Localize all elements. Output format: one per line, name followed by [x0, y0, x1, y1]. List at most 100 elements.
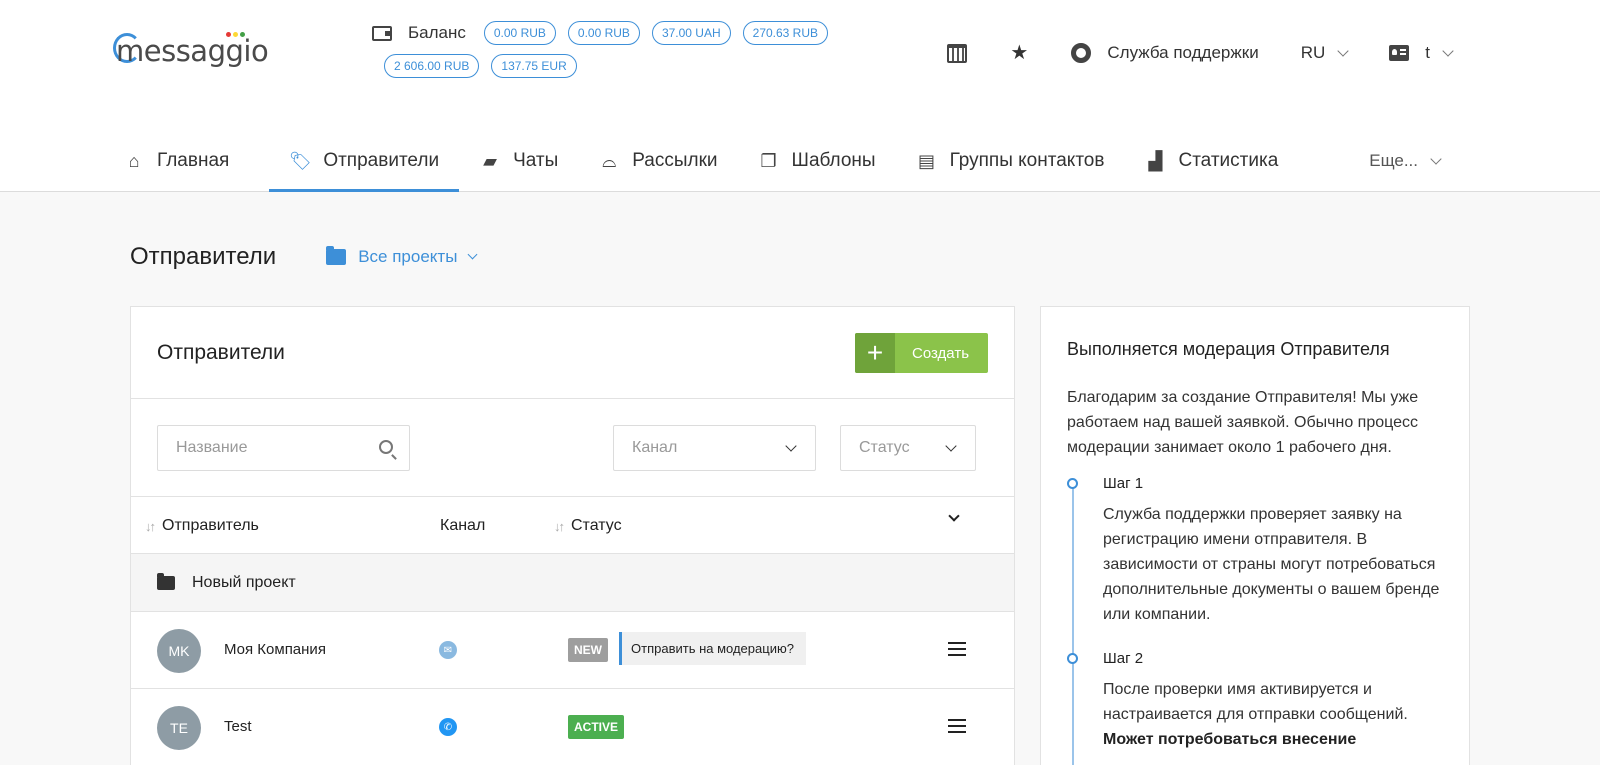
messaggio-logo[interactable]: messaggio	[113, 30, 269, 72]
step-text: После проверки имя активируется и настра…	[1103, 677, 1443, 752]
calendar-icon	[947, 43, 968, 63]
nav-label: Группы контактов	[949, 150, 1105, 171]
language-label: RU	[1300, 43, 1326, 62]
moderation-panel: Выполняется модерация Отправителя Благод…	[1040, 306, 1470, 765]
hamburger-menu-icon[interactable]	[948, 642, 966, 656]
logo-text: messaggio	[116, 34, 269, 68]
balance-panel: Баланс 0.00 RUB 0.00 RUB 37.00 UAH 270.6…	[372, 20, 842, 86]
hamburger-menu-icon[interactable]	[948, 719, 966, 733]
top-header: messaggio Баланс 0.00 RUB 0.00 RUB 37.00…	[0, 0, 1600, 192]
step-text: Служба поддержки проверяет заявку на рег…	[1103, 506, 1440, 623]
bar-chart-icon: ▟	[1148, 150, 1163, 171]
senders-card: Отправители + Создать Канал Статус ↓↑ От…	[130, 306, 1015, 765]
status-select-label: Статус	[859, 439, 910, 456]
column-status[interactable]: ↓↑ Статус	[554, 517, 622, 535]
id-card-icon	[1389, 45, 1410, 61]
nav-senders[interactable]: 🏷︎ Отправители	[269, 130, 459, 192]
search-input[interactable]	[158, 426, 368, 470]
moderation-tooltip[interactable]: Отправить на модерацию?	[619, 632, 806, 665]
main-nav: ⌂ Главная 🏷︎ Отправители ▰ Чаты ⌓ Рассыл…	[123, 130, 1318, 192]
balance-badge: 0.00 RUB	[483, 21, 556, 45]
inbox-icon: ⌓	[602, 150, 617, 171]
nav-label: Отправители	[323, 150, 440, 171]
avatar: MK	[157, 629, 201, 673]
status-select[interactable]: Статус	[840, 425, 976, 471]
chevron-down-icon	[785, 439, 797, 452]
create-label: Создать	[912, 344, 970, 362]
star-icon: ★	[1010, 42, 1029, 64]
nav-chats[interactable]: ▰ Чаты	[479, 130, 578, 192]
column-sender[interactable]: ↓↑ Отправитель	[145, 517, 259, 535]
chevron-down-icon	[467, 249, 478, 260]
nav-more-label: Еще...	[1369, 151, 1418, 170]
page-header: Отправители Все проекты	[130, 243, 478, 271]
search-icon[interactable]	[379, 440, 393, 454]
status-badge: ACTIVE	[568, 715, 625, 739]
nav-label: Шаблоны	[791, 150, 876, 171]
sort-icon: ↓↑	[554, 518, 565, 534]
nav-label: Рассылки	[632, 150, 718, 171]
sender-name: Моя Компания	[224, 641, 326, 658]
nav-campaigns[interactable]: ⌓ Рассылки	[598, 130, 737, 192]
support-label: Служба поддержки	[1107, 43, 1259, 62]
table-row[interactable]: MK Моя Компания ✉ NEW Отправить на модер…	[131, 612, 1014, 689]
column-label: Статус	[571, 517, 622, 534]
channel-select[interactable]: Канал	[613, 425, 816, 471]
nav-contact-groups[interactable]: ▤ Группы контактов	[916, 130, 1125, 192]
user-menu[interactable]: t	[1389, 43, 1454, 63]
nav-more-dropdown[interactable]: Еще...	[1369, 130, 1442, 192]
moderation-steps: Шаг 1 Служба поддержки проверяет заявку …	[1067, 474, 1443, 765]
step-2: Шаг 2 После проверки имя активируется и …	[1067, 649, 1443, 752]
channel-select-label: Канал	[632, 439, 678, 456]
table-header: ↓↑ Отправитель Канал ↓↑ Статус	[131, 497, 1014, 554]
page-title: Отправители	[130, 243, 277, 270]
user-name: t	[1425, 43, 1430, 62]
search-box	[157, 425, 410, 471]
templates-icon: ❐	[760, 150, 777, 171]
moderation-intro: Благодарим за создание Отправителя! Мы у…	[1067, 389, 1419, 456]
card-header: Отправители + Создать	[131, 307, 1014, 399]
projects-label: Все проекты	[358, 247, 458, 266]
card-title: Отправители	[157, 341, 285, 364]
column-label: Канал	[440, 517, 486, 534]
project-group-name: Новый проект	[192, 573, 296, 591]
moderation-title: Выполняется модерация Отправителя	[1067, 339, 1390, 359]
nav-label: Чаты	[513, 150, 559, 171]
nav-statistics[interactable]: ▟ Статистика	[1144, 130, 1298, 192]
chat-icon: ▰	[483, 150, 497, 171]
nav-templates[interactable]: ❐ Шаблоны	[758, 130, 896, 192]
wallet-icon	[372, 25, 392, 41]
folder-open-icon	[326, 246, 347, 265]
column-channel: Канал	[440, 517, 485, 535]
balance-badge: 0.00 RUB	[567, 21, 640, 45]
chevron-down-icon	[1430, 152, 1442, 165]
filters-bar: Канал Статус	[131, 399, 1014, 497]
plus-icon: +	[855, 333, 895, 373]
balance-label: Баланс	[408, 23, 466, 42]
step-title: Шаг 2	[1103, 650, 1144, 667]
balance-badge: 270.63 RUB	[742, 21, 829, 45]
balance-badge: 2 606.00 RUB	[384, 54, 480, 78]
language-dropdown[interactable]: RU	[1300, 43, 1349, 63]
support-link[interactable]: Служба поддержки	[1071, 43, 1259, 63]
timeline-line	[1072, 484, 1074, 765]
step-title: Шаг 1	[1103, 475, 1144, 492]
calendar-button[interactable]	[947, 43, 968, 63]
chevron-down-icon	[945, 439, 957, 452]
nav-label: Главная	[157, 150, 230, 171]
chevron-down-icon	[1337, 44, 1349, 57]
favorites-button[interactable]: ★	[1009, 43, 1029, 63]
column-label: Отправитель	[162, 517, 259, 534]
tag-icon: 🏷︎	[288, 150, 312, 171]
table-row[interactable]: TE Test ✆ ACTIVE	[131, 689, 1014, 765]
address-book-icon: ▤	[918, 150, 936, 171]
project-group-row: Новый проект	[131, 554, 1014, 612]
balance-badge: 137.75 EUR	[491, 54, 577, 78]
columns-toggle-icon[interactable]	[948, 510, 960, 522]
nav-home[interactable]: ⌂ Главная	[123, 130, 249, 192]
sender-name: Test	[224, 718, 252, 735]
projects-dropdown[interactable]: Все проекты	[326, 246, 478, 267]
balance-badge: 37.00 UAH	[651, 21, 731, 45]
create-button[interactable]: + Создать	[855, 333, 988, 373]
home-icon: ⌂	[128, 150, 140, 171]
